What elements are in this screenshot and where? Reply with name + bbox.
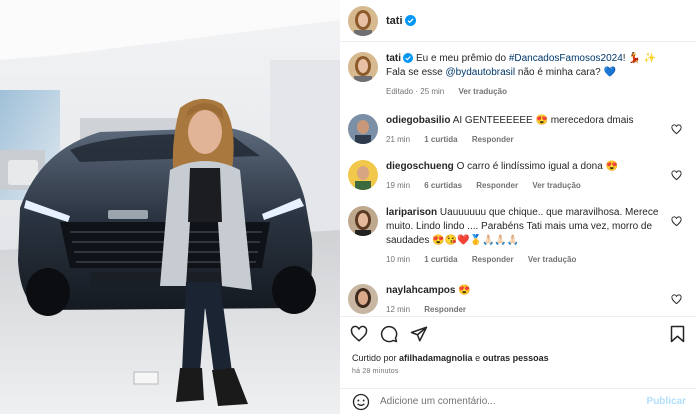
heart-icon[interactable]: [350, 325, 368, 343]
caption-end: não é minha cara? 💙: [515, 67, 616, 78]
comment-likes[interactable]: 1 curtida: [424, 135, 457, 144]
comment-item: lariparison Uauuuuuu que chique.. que ma…: [348, 206, 690, 267]
see-translation-link[interactable]: Ver tradução: [459, 87, 507, 96]
caption-body: Eu e meu prêmio do: [416, 53, 509, 64]
comment-item: diegoschueng O carro é lindíssimo igual …: [348, 160, 690, 193]
post-action-bar: [340, 316, 696, 348]
comment-body: AI GENTEEEEEE 😍 merecedora dmais: [452, 115, 634, 126]
comment-item: odiegobasilio AI GENTEEEEEE 😍 merecedora…: [348, 114, 690, 147]
commenter-username[interactable]: lariparison: [386, 207, 437, 218]
comment-like-heart-icon[interactable]: [671, 124, 682, 135]
commenter-avatar[interactable]: [348, 206, 378, 236]
commenter-username[interactable]: naylahcampos: [386, 285, 455, 296]
edited-time: Editado · 25 min: [386, 87, 445, 96]
comment-meta: 12 min Responder: [386, 303, 666, 316]
verified-badge-icon: [403, 53, 413, 63]
caption-mention[interactable]: @bydautobrasil: [445, 67, 515, 78]
liked-by-summary: Curtido por afilhadamagnolia e outras pe…: [352, 353, 549, 363]
comment-item: naylahcampos 😍 12 min Responder: [348, 284, 690, 316]
post-photo[interactable]: [0, 0, 340, 414]
comment-like-heart-icon[interactable]: [671, 294, 682, 305]
comment-like-heart-icon[interactable]: [671, 216, 682, 227]
caption-meta: Editado · 25 min Ver tradução: [386, 85, 666, 99]
smiley-icon[interactable]: [352, 393, 370, 411]
comment-body: O carro é lindíssimo igual a dona 😍: [456, 161, 618, 172]
bookmark-icon[interactable]: [669, 325, 686, 343]
comment-like-heart-icon[interactable]: [671, 170, 682, 181]
author-avatar[interactable]: [348, 52, 378, 82]
comment-time: 21 min: [386, 135, 411, 144]
reply-button[interactable]: Responder: [472, 255, 514, 264]
see-translation-link[interactable]: Ver tradução: [532, 181, 580, 190]
liked-by-user[interactable]: afilhadamagnolia: [399, 353, 473, 363]
liked-by-prefix: Curtido por: [352, 353, 400, 363]
post-caption: tati Eu e meu prêmio do #DancadosFamosos2…: [348, 52, 690, 99]
liked-by-suffix: e: [472, 353, 483, 363]
reply-button[interactable]: Responder: [472, 135, 514, 144]
commenter-username[interactable]: diegoschueng: [386, 161, 454, 172]
caption-text: tati Eu e meu prêmio do #DancadosFamosos2…: [386, 52, 666, 99]
commenter-avatar[interactable]: [348, 114, 378, 144]
see-translation-link[interactable]: Ver tradução: [528, 255, 576, 264]
comment-likes[interactable]: 1 curtida: [424, 255, 457, 264]
commenter-avatar[interactable]: [348, 284, 378, 314]
comment-icon[interactable]: [380, 325, 398, 343]
send-icon[interactable]: [410, 325, 428, 343]
comment-meta: 21 min 1 curtida Responder: [386, 133, 666, 147]
comment-body: 😍: [458, 285, 471, 296]
post-date: há 28 minutos: [352, 368, 399, 375]
author-username[interactable]: tati: [386, 15, 403, 27]
post-header: tati: [340, 0, 696, 42]
post-photo-illustration: [0, 0, 340, 414]
comment-input[interactable]: [380, 396, 620, 407]
liked-by-others[interactable]: outras pessoas: [483, 353, 549, 363]
comment-time: 12 min: [386, 305, 411, 314]
verified-badge-icon: [404, 15, 416, 26]
post-panel: tati tati Eu e meu prêmio do #DancadosFam…: [340, 0, 696, 414]
comment-meta: 19 min 6 curtidas Responder Ver tradução: [386, 179, 666, 193]
add-comment-bar: Publicar: [340, 388, 696, 414]
reply-button[interactable]: Responder: [424, 305, 466, 314]
author-avatar[interactable]: [348, 5, 378, 36]
commenter-avatar[interactable]: [348, 160, 378, 190]
comment-time: 19 min: [386, 181, 411, 190]
comment-meta: 10 min 1 curtida Responder Ver tradução: [386, 253, 666, 267]
reply-button[interactable]: Responder: [476, 181, 518, 190]
commenter-username[interactable]: odiegobasilio: [386, 115, 450, 126]
comment-likes[interactable]: 6 curtidas: [424, 181, 462, 190]
publish-button[interactable]: Publicar: [647, 396, 686, 407]
comment-time: 10 min: [386, 255, 411, 264]
caption-username[interactable]: tati: [386, 53, 401, 64]
caption-hashtag[interactable]: #DancadosFamosos2024: [509, 53, 623, 64]
